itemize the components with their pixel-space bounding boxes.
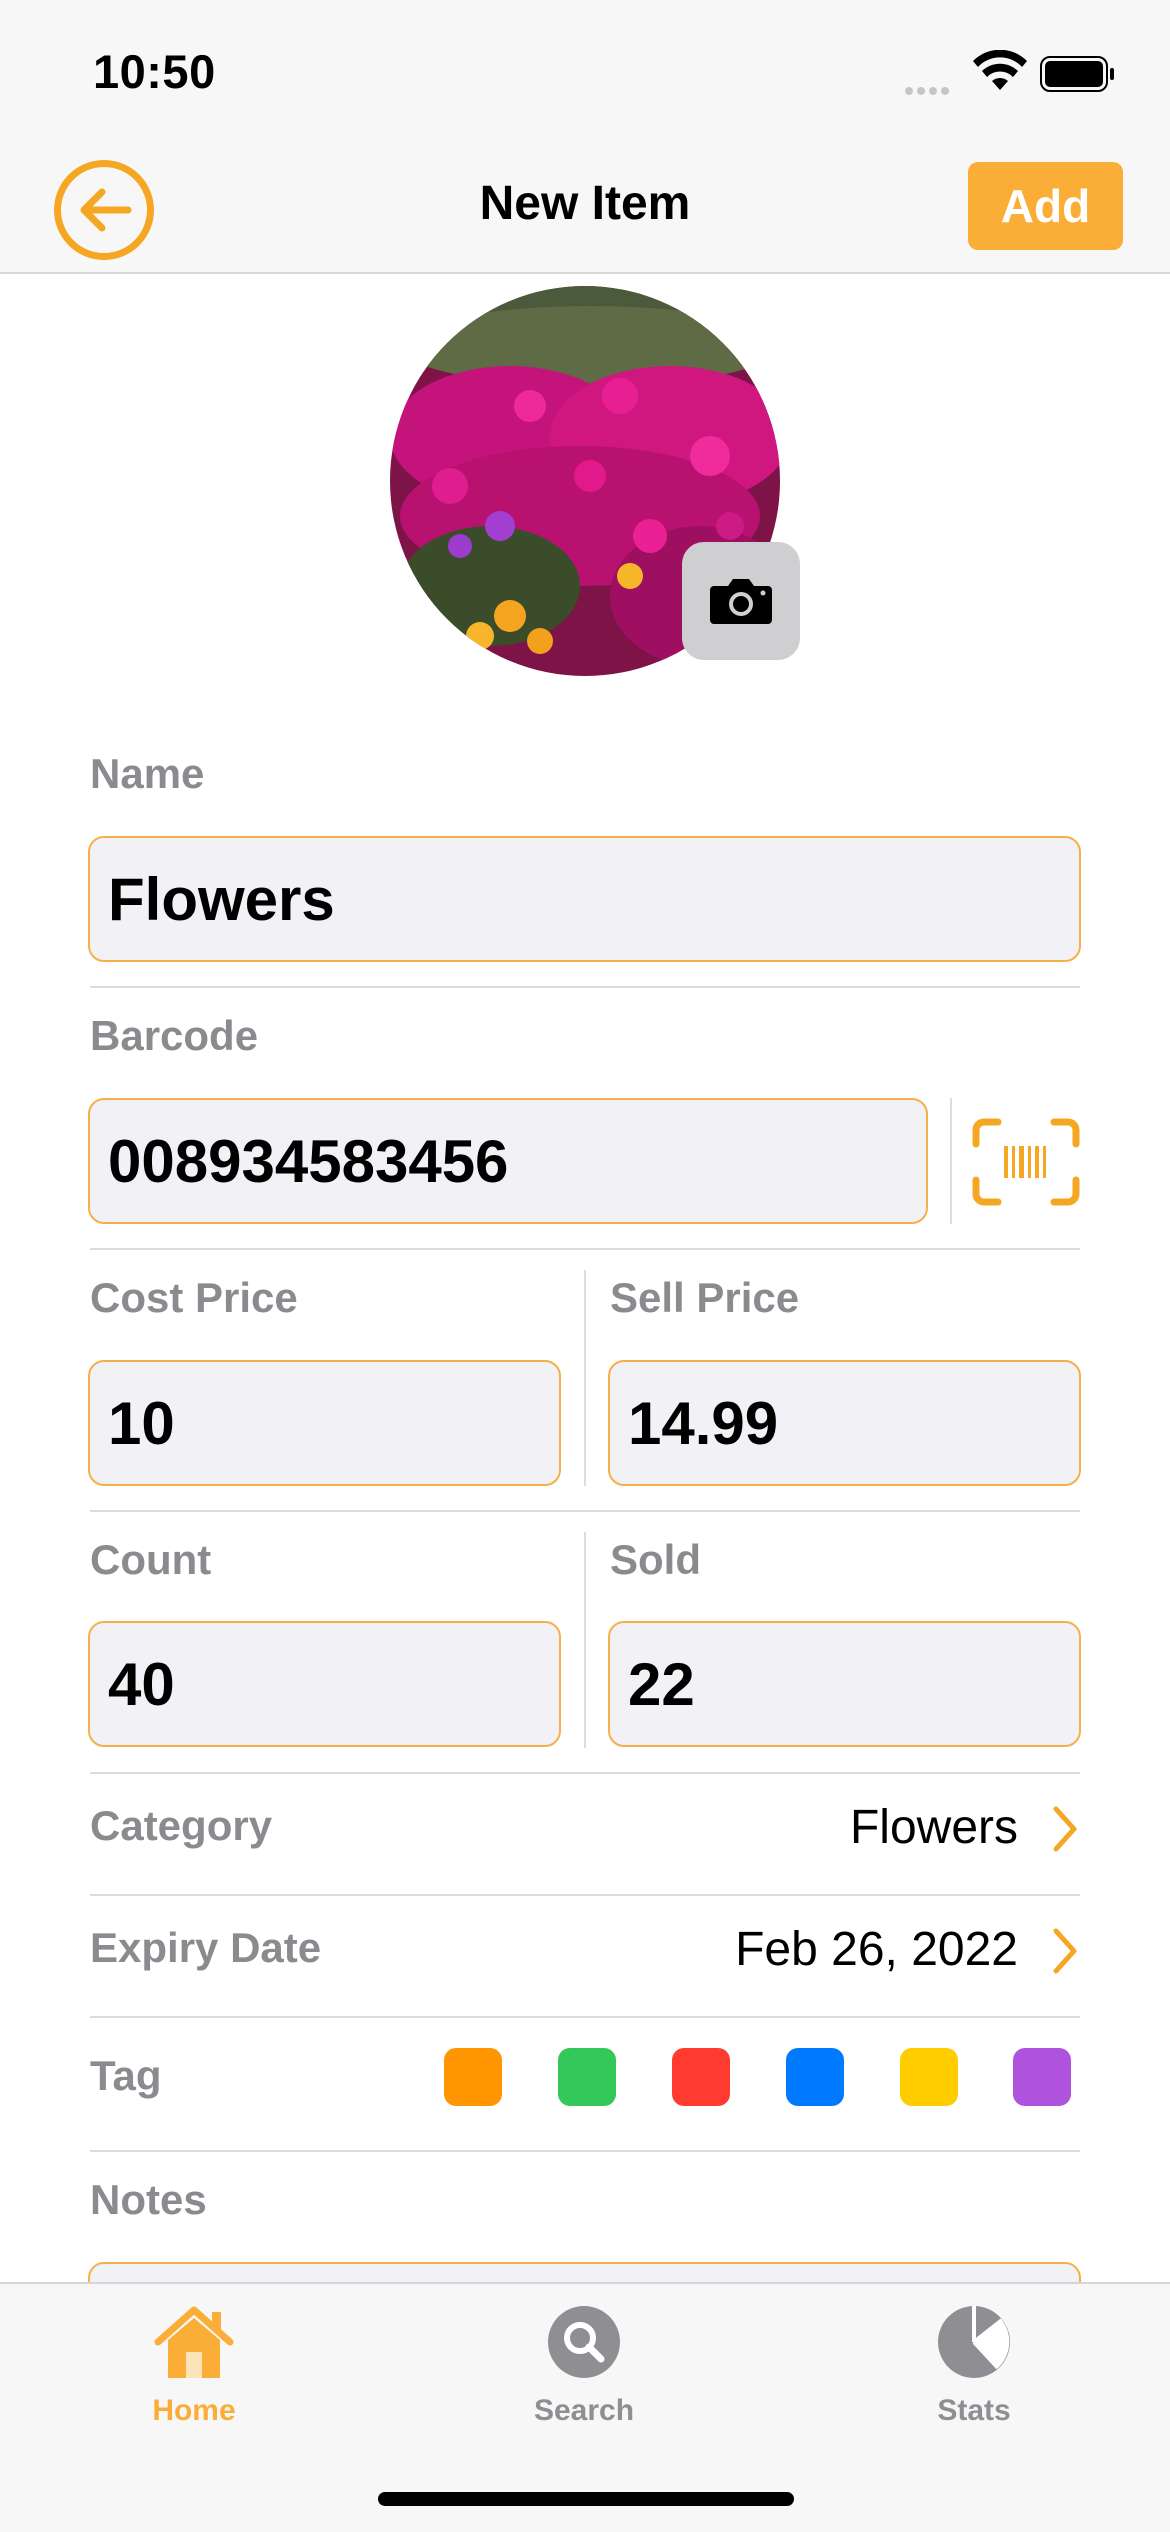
sold-label: Sold — [610, 1536, 701, 1583]
home-indicator — [378, 2492, 794, 2506]
sold-field[interactable]: 22 — [608, 1621, 1081, 1747]
stats-icon — [938, 2306, 1010, 2378]
divider — [90, 986, 1080, 988]
tab-home-label: Home — [152, 2394, 236, 2427]
divider — [90, 1248, 1080, 1250]
sell-price-label: Sell Price — [610, 1274, 800, 1321]
expiry-date-value[interactable]: Feb 26, 2022 — [560, 1922, 1018, 1977]
tab-stats[interactable]: Stats — [874, 2302, 1074, 2428]
divider — [90, 1894, 1080, 1896]
divider — [90, 2016, 1080, 2018]
divider — [584, 1532, 586, 1748]
tab-stats-label: Stats — [937, 2394, 1011, 2427]
tag-orange[interactable] — [444, 2048, 502, 2106]
tab-bar: Home Search Stats — [0, 2282, 1170, 2532]
divider — [90, 1772, 1080, 1774]
barcode-label: Barcode — [90, 1012, 259, 1059]
battery-icon — [1040, 56, 1114, 92]
sell-price-field[interactable]: 14.99 — [608, 1360, 1081, 1486]
cost-price-field[interactable]: 10 — [88, 1360, 561, 1486]
tab-search[interactable]: Search — [484, 2302, 684, 2428]
divider — [90, 1510, 1080, 1512]
tag-label: Tag — [90, 2052, 162, 2099]
barcode-scan-button[interactable] — [972, 1118, 1080, 1206]
tab-home[interactable]: Home — [94, 2302, 294, 2428]
category-label: Category — [90, 1802, 273, 1849]
notes-label: Notes — [90, 2176, 207, 2223]
tab-search-label: Search — [533, 2394, 635, 2427]
tag-yellow[interactable] — [900, 2048, 958, 2106]
cost-price-label: Cost Price — [90, 1274, 298, 1321]
tag-green[interactable] — [558, 2048, 616, 2106]
wifi-icon — [973, 50, 1027, 90]
status-bar: 10:50 — [0, 0, 1170, 140]
home-icon — [154, 2306, 234, 2378]
category-value[interactable]: Flowers — [620, 1800, 1018, 1855]
new-item-screen: 10:50 New Item Add Name Flowers Barcode … — [0, 0, 1170, 2532]
expiry-date-label: Expiry Date — [90, 1924, 322, 1971]
count-label: Count — [90, 1536, 212, 1583]
barcode-field[interactable]: 008934583456 — [88, 1098, 928, 1224]
chevron-right-icon[interactable] — [1050, 1927, 1080, 1975]
count-field[interactable]: 40 — [88, 1621, 561, 1747]
divider — [584, 1270, 586, 1486]
name-label: Name — [90, 750, 205, 797]
navigation-bar: New Item Add — [0, 140, 1170, 274]
name-field[interactable]: Flowers — [88, 836, 1081, 962]
tag-red[interactable] — [672, 2048, 730, 2106]
tag-blue[interactable] — [786, 2048, 844, 2106]
search-icon — [548, 2306, 620, 2378]
cellular-signal-icon — [905, 82, 953, 100]
add-button[interactable]: Add — [968, 162, 1123, 250]
camera-icon — [710, 579, 772, 624]
change-photo-button[interactable] — [682, 542, 800, 660]
divider — [950, 1098, 952, 1224]
chevron-right-icon[interactable] — [1050, 1805, 1080, 1853]
status-time: 10:50 — [93, 45, 216, 98]
tag-purple[interactable] — [1013, 2048, 1071, 2106]
divider — [90, 2150, 1080, 2152]
